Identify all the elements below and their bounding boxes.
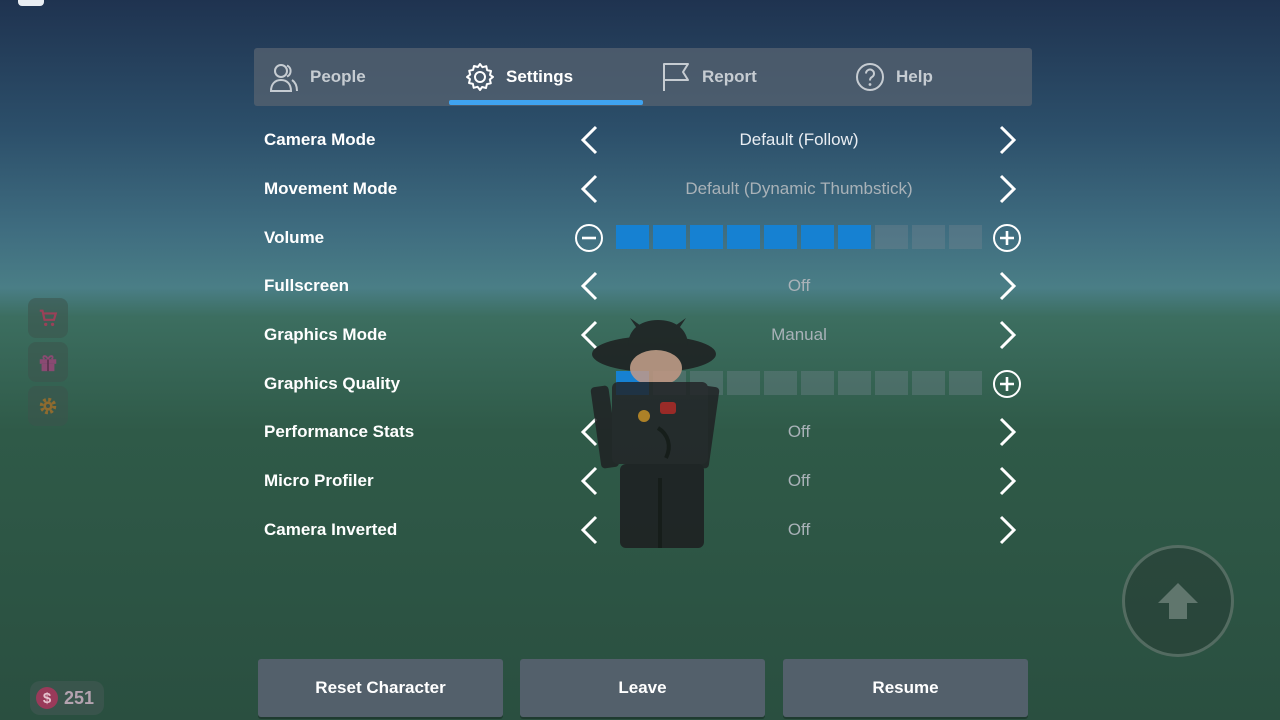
arrow-up-icon <box>1158 583 1198 619</box>
setting-label: Camera Mode <box>264 130 376 149</box>
gift-icon <box>39 355 57 372</box>
next-button[interactable] <box>991 173 1023 205</box>
tab-label: Settings <box>506 67 574 86</box>
slider-segment[interactable] <box>764 371 797 395</box>
slider-segment[interactable] <box>838 225 871 249</box>
previous-button[interactable] <box>574 270 606 302</box>
tab-label: People <box>310 67 366 86</box>
setting-fullscreen: Fullscreen Off <box>254 262 1032 310</box>
slider-segment[interactable] <box>727 225 760 249</box>
chevron-right-icon <box>999 125 1017 155</box>
slider-segment[interactable] <box>653 225 686 249</box>
chevron-right-icon <box>999 174 1017 204</box>
slider-segment[interactable] <box>949 225 982 249</box>
slider-segment[interactable] <box>616 225 649 249</box>
chevron-right-icon <box>999 466 1017 496</box>
chevron-right-icon <box>999 417 1017 447</box>
tab-label: Report <box>702 67 757 86</box>
setting-label: Graphics Mode <box>264 325 387 344</box>
setting-label: Micro Profiler <box>264 471 374 490</box>
jump-button[interactable] <box>1122 545 1234 657</box>
gear-icon <box>466 63 494 91</box>
chevron-left-icon <box>580 174 598 204</box>
settings-side-button[interactable] <box>28 386 68 426</box>
menu-tab-bar: People Settings Report Help <box>254 48 1032 106</box>
setting-value: Default (Follow) <box>739 130 859 149</box>
setting-label: Camera Inverted <box>264 520 398 539</box>
plus-circle-icon <box>993 370 1021 398</box>
setting-label: Movement Mode <box>264 179 398 198</box>
minus-circle-icon <box>575 224 603 252</box>
gear-icon <box>39 397 57 415</box>
plus-circle-icon <box>993 224 1021 252</box>
chevron-right-icon <box>999 271 1017 301</box>
volume-decrease-button[interactable] <box>574 223 604 253</box>
slider-segment[interactable] <box>838 371 871 395</box>
previous-button[interactable] <box>574 124 606 156</box>
player-avatar <box>590 318 720 548</box>
slider-segment[interactable] <box>875 371 908 395</box>
tab-people[interactable]: People <box>268 48 366 106</box>
active-tab-indicator <box>449 100 643 105</box>
graphics-quality-increase-button[interactable] <box>992 369 1022 399</box>
window-corner-tab <box>18 0 44 6</box>
previous-button[interactable] <box>574 173 606 205</box>
setting-label: Volume <box>264 228 325 247</box>
next-button[interactable] <box>991 124 1023 156</box>
volume-increase-button[interactable] <box>992 223 1022 253</box>
next-button[interactable] <box>991 319 1023 351</box>
chevron-right-icon <box>999 320 1017 350</box>
slider-segment[interactable] <box>912 225 945 249</box>
flag-icon <box>663 63 689 91</box>
slider-segment[interactable] <box>690 225 723 249</box>
people-icon <box>269 64 298 92</box>
chevron-right-icon <box>999 515 1017 545</box>
next-button[interactable] <box>991 514 1023 546</box>
chevron-left-icon <box>580 271 598 301</box>
leave-button[interactable]: Leave <box>520 659 765 717</box>
setting-movement-mode: Movement Mode Default (Dynamic Thumbstic… <box>254 165 1032 213</box>
slider-segment[interactable] <box>764 225 797 249</box>
slider-segment[interactable] <box>801 225 834 249</box>
next-button[interactable] <box>991 270 1023 302</box>
reset-character-button[interactable]: Reset Character <box>258 659 503 717</box>
resume-button[interactable]: Resume <box>783 659 1028 717</box>
tab-settings[interactable]: Settings <box>464 48 573 106</box>
setting-label: Fullscreen <box>264 276 350 295</box>
slider-segment[interactable] <box>801 371 834 395</box>
next-button[interactable] <box>991 416 1023 448</box>
slider-segment[interactable] <box>875 225 908 249</box>
side-buttons <box>28 298 68 430</box>
setting-value: Default (Dynamic Thumbstick) <box>685 179 913 198</box>
currency-badge[interactable]: $ 251 <box>30 681 105 715</box>
currency-icon: $ <box>36 687 58 709</box>
tab-report[interactable]: Report <box>660 48 757 106</box>
shop-button[interactable] <box>28 298 68 338</box>
setting-label: Graphics Quality <box>264 374 401 393</box>
help-icon <box>856 63 884 91</box>
cart-icon <box>39 309 58 327</box>
slider-segment[interactable] <box>912 371 945 395</box>
gift-button[interactable] <box>28 342 68 382</box>
tab-label: Help <box>896 67 933 86</box>
next-button[interactable] <box>991 465 1023 497</box>
setting-label: Performance Stats <box>264 422 415 441</box>
setting-value: Off <box>787 276 811 295</box>
currency-amount: 251 <box>64 687 95 708</box>
setting-volume: Volume <box>254 214 1032 262</box>
slider-segment[interactable] <box>949 371 982 395</box>
volume-slider[interactable] <box>616 225 982 249</box>
tab-help[interactable]: Help <box>854 48 933 106</box>
setting-camera-mode: Camera Mode Default (Follow) <box>254 116 1032 164</box>
chevron-left-icon <box>580 125 598 155</box>
